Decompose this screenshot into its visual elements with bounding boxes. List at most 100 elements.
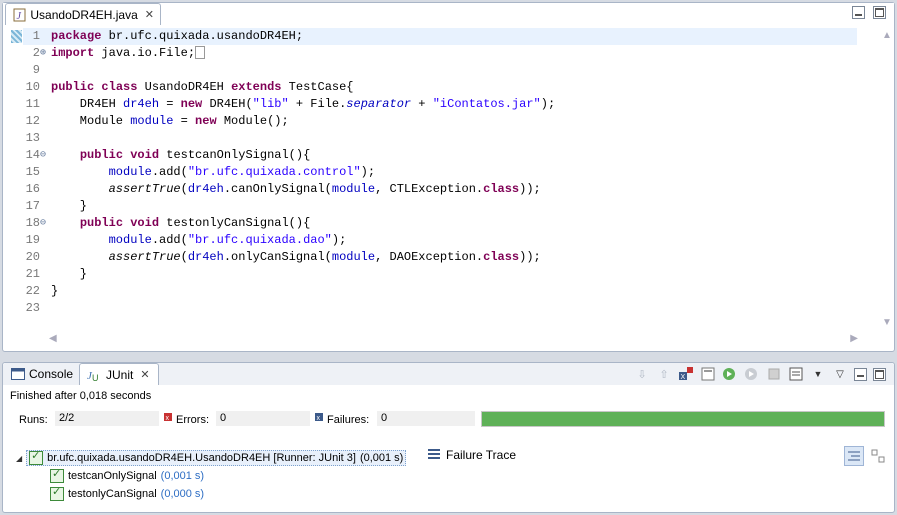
view-menu-icon[interactable]: ▽: [832, 366, 848, 382]
test-progress-bar: [481, 411, 885, 427]
test-suite-node[interactable]: br.ufc.quixada.usandoDR4EH.UsandoDR4EH […: [26, 449, 407, 466]
code-text[interactable]: public void testcanOnlySignal(){: [51, 147, 310, 164]
test-case-row[interactable]: testonlyCanSignal (0,000 s): [50, 485, 204, 503]
test-passed-icon: [50, 467, 64, 483]
collapse-fold-icon[interactable]: ⊖: [40, 147, 50, 164]
editor-tabbar: J UsandoDR4EH.java ✕: [3, 3, 894, 25]
failure-trace-icon: [428, 448, 440, 462]
code-text[interactable]: DR4EH dr4eh = new DR4EH("lib" + File.sep…: [51, 96, 555, 113]
code-text[interactable]: module.add("br.ufc.quixada.dao");: [51, 232, 347, 249]
vertical-scrollbar[interactable]: ▲ ▼: [880, 28, 894, 328]
code-text[interactable]: assertTrue(dr4eh.onlyCanSignal(module, D…: [51, 249, 541, 266]
code-line[interactable]: 10 public class UsandoDR4EH extends TestC…: [4, 79, 893, 96]
rerun-failed-first-icon[interactable]: [744, 366, 760, 382]
code-line[interactable]: 20 assertTrue(dr4eh.onlyCanSignal(module…: [4, 249, 893, 266]
run-status-text: Finished after 0,018 seconds: [10, 390, 152, 402]
runs-label: Runs:: [19, 414, 48, 426]
code-text[interactable]: assertTrue(dr4eh.canOnlySignal(module, C…: [51, 181, 541, 198]
close-icon[interactable]: ✕: [145, 8, 154, 21]
test-case-time: (0,001 s): [160, 470, 205, 482]
code-line[interactable]: 23: [4, 300, 893, 317]
test-suite-row[interactable]: ◢ br.ufc.quixada.usandoDR4EH.UsandoDR4EH…: [16, 449, 407, 467]
junit-toolbar: ⇩ ⇧ X ▼ ▽: [634, 366, 886, 382]
code-line[interactable]: 11 DR4EH dr4eh = new DR4EH("lib" + File.…: [4, 96, 893, 113]
compare-result-icon[interactable]: [868, 446, 888, 466]
rerun-test-icon[interactable]: [722, 366, 738, 382]
previous-failure-icon[interactable]: ⇧: [656, 366, 672, 382]
code-line[interactable]: 22}: [4, 283, 893, 300]
code-line[interactable]: 19 module.add("br.ufc.quixada.dao");: [4, 232, 893, 249]
minimize-icon[interactable]: [852, 6, 865, 19]
next-failure-icon[interactable]: ⇩: [634, 366, 650, 382]
code-text[interactable]: Module module = new Module();: [51, 113, 289, 130]
errors-label: Errors:: [176, 414, 209, 426]
failure-trace-header: Failure Trace: [428, 448, 516, 462]
failures-label: Failures:: [327, 414, 370, 426]
code-line[interactable]: 2 ⊕ import java.io.File;: [4, 45, 893, 62]
line-number: 13: [25, 131, 40, 145]
line-number: 11: [25, 97, 40, 111]
code-text[interactable]: }: [51, 198, 87, 215]
svg-text:x: x: [166, 415, 170, 421]
line-number: 19: [25, 233, 40, 247]
code-line[interactable]: 12 Module module = new Module();: [4, 113, 893, 130]
code-text[interactable]: import java.io.File;: [51, 45, 206, 62]
line-number: 2: [32, 46, 40, 60]
failure-trace-label: Failure Trace: [446, 448, 517, 462]
maximize-icon[interactable]: [873, 6, 886, 19]
minimize-icon[interactable]: [854, 367, 867, 381]
code-line[interactable]: 1 package br.ufc.quixada.usandoDR4EH;: [4, 28, 893, 45]
filter-stack-trace-icon[interactable]: [844, 446, 864, 466]
editor-window-controls: [852, 6, 886, 19]
line-number: 1: [32, 29, 40, 43]
stop-icon[interactable]: [766, 366, 782, 382]
code-text[interactable]: public void testonlyCanSignal(){: [51, 215, 310, 232]
scroll-left-icon[interactable]: ◀: [49, 333, 57, 344]
suite-passed-icon: [29, 449, 44, 465]
code-text[interactable]: package br.ufc.quixada.usandoDR4EH;: [51, 28, 303, 45]
line-number: 12: [25, 114, 40, 128]
failure-icon: x: [315, 412, 323, 424]
code-line[interactable]: 13: [4, 130, 893, 147]
code-text[interactable]: module.add("br.ufc.quixada.control");: [51, 164, 375, 181]
scroll-lock-icon[interactable]: [700, 366, 716, 382]
editor-tab[interactable]: J UsandoDR4EH.java ✕: [5, 3, 161, 25]
code-line[interactable]: 15 module.add("br.ufc.quixada.control");: [4, 164, 893, 181]
test-suite-time: (0,001 s): [359, 452, 404, 464]
error-icon: x: [164, 412, 172, 424]
collapse-fold-icon[interactable]: ⊖: [40, 215, 50, 232]
line-number: 20: [25, 250, 40, 264]
code-line[interactable]: 18 ⊖ public void testonlyCanSignal(){: [4, 215, 893, 232]
code-text[interactable]: }: [51, 266, 87, 283]
line-number: 23: [25, 301, 40, 315]
test-case-row[interactable]: testcanOnlySignal (0,001 s): [50, 467, 204, 485]
close-icon[interactable]: ✕: [140, 368, 149, 381]
scroll-down-icon[interactable]: ▼: [882, 317, 892, 328]
line-number: 9: [32, 63, 40, 77]
svg-text:x: x: [317, 415, 321, 421]
code-line[interactable]: 17 }: [4, 198, 893, 215]
scroll-up-icon[interactable]: ▲: [882, 30, 892, 41]
code-line[interactable]: 21 }: [4, 266, 893, 283]
show-failures-only-icon[interactable]: X: [678, 366, 694, 382]
code-text[interactable]: }: [51, 283, 58, 300]
expand-fold-icon[interactable]: ⊕: [40, 45, 50, 62]
code-line[interactable]: 14 ⊖ public void testcanOnlySignal(){: [4, 147, 893, 164]
svg-text:J: J: [16, 11, 21, 22]
collapse-icon[interactable]: ◢: [16, 454, 22, 463]
code-editor[interactable]: 1 package br.ufc.quixada.usandoDR4EH; 2 ⊕ im…: [4, 28, 893, 332]
maximize-icon[interactable]: [873, 367, 886, 381]
history-dropdown-icon[interactable]: ▼: [810, 366, 826, 382]
code-text[interactable]: public class UsandoDR4EH extends TestCas…: [51, 79, 354, 96]
tab-junit[interactable]: JU JUnit ✕: [79, 363, 159, 385]
code-line[interactable]: 9: [4, 62, 893, 79]
code-line[interactable]: 16 assertTrue(dr4eh.canOnlySignal(module…: [4, 181, 893, 198]
horizontal-scrollbar[interactable]: ◀ ▶: [49, 333, 858, 347]
scroll-right-icon[interactable]: ▶: [850, 333, 858, 344]
test-case-label: testonlyCanSignal: [68, 488, 157, 500]
line-number: 22: [25, 284, 40, 298]
junit-icon: JU: [86, 367, 102, 383]
test-history-icon[interactable]: [788, 366, 804, 382]
test-case-time: (0,000 s): [160, 488, 205, 500]
tab-console[interactable]: Console: [5, 363, 79, 385]
